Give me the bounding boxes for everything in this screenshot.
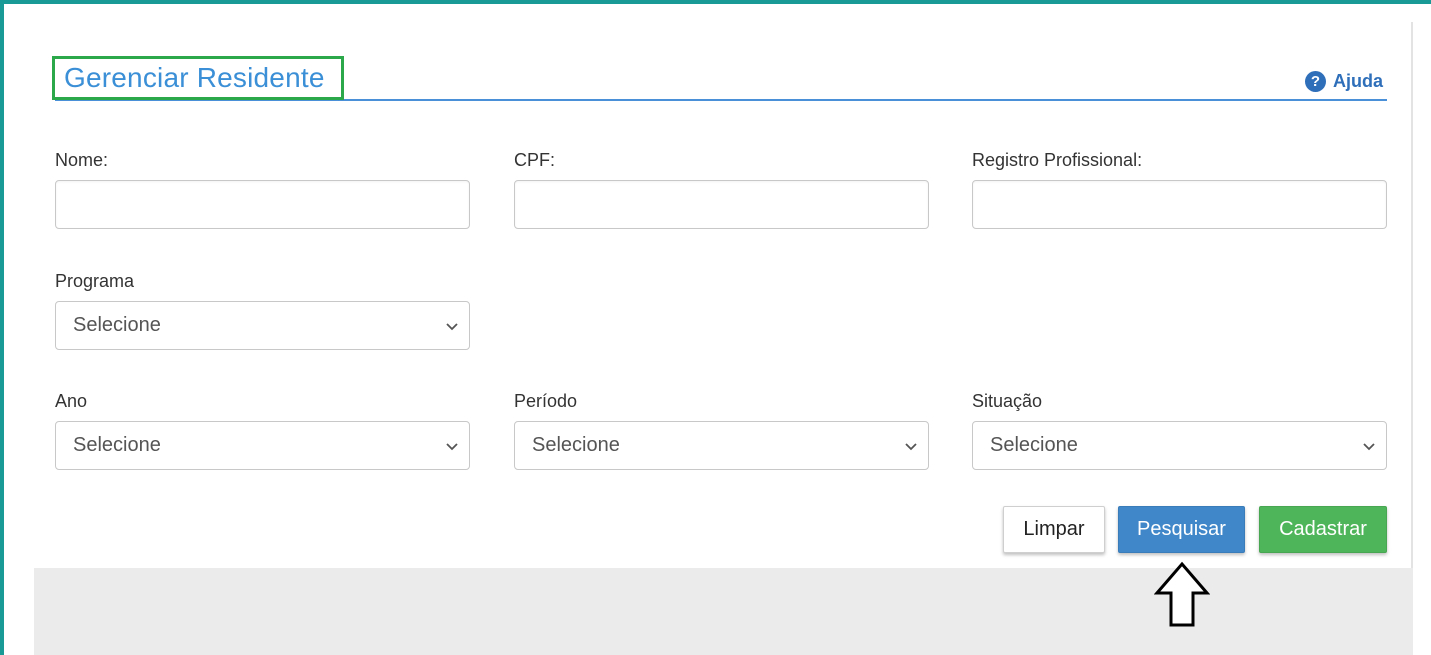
cpf-label: CPF: — [514, 150, 556, 170]
situacao-selected: Selecione — [990, 434, 1078, 456]
cadastrar-button[interactable]: Cadastrar — [1259, 506, 1387, 553]
scroll-edge — [1411, 22, 1413, 655]
cpf-input[interactable] — [514, 180, 929, 229]
ano-label: Ano — [55, 391, 88, 411]
periodo-label: Período — [514, 391, 578, 411]
situacao-label: Situação — [972, 391, 1043, 411]
pesquisar-button[interactable]: Pesquisar — [1118, 506, 1245, 553]
chevron-down-icon — [1363, 442, 1375, 450]
situacao-select[interactable]: Selecione — [972, 421, 1387, 470]
page-title: Gerenciar Residente — [64, 62, 325, 93]
help-link[interactable]: ? Ajuda — [1305, 70, 1383, 92]
programa-selected: Selecione — [73, 314, 161, 336]
question-circle-icon: ? — [1305, 70, 1326, 92]
ano-select[interactable]: Selecione — [55, 421, 470, 470]
nome-input[interactable] — [55, 180, 470, 229]
registro-label: Registro Profissional: — [972, 150, 1143, 170]
programa-select[interactable]: Selecione — [55, 301, 470, 350]
programa-label: Programa — [55, 271, 135, 291]
nome-label: Nome: — [55, 150, 109, 170]
arrow-up-icon — [1154, 561, 1210, 627]
periodo-selected: Selecione — [532, 434, 620, 456]
ano-selected: Selecione — [73, 434, 161, 456]
help-label: Ajuda — [1333, 70, 1384, 91]
chevron-down-icon — [446, 322, 458, 330]
periodo-select[interactable]: Selecione — [514, 421, 929, 470]
limpar-button[interactable]: Limpar — [1003, 506, 1105, 553]
registro-input[interactable] — [972, 180, 1387, 229]
chevron-down-icon — [446, 442, 458, 450]
title-highlight-box: Gerenciar Residente — [52, 56, 344, 100]
chevron-down-icon — [905, 442, 917, 450]
